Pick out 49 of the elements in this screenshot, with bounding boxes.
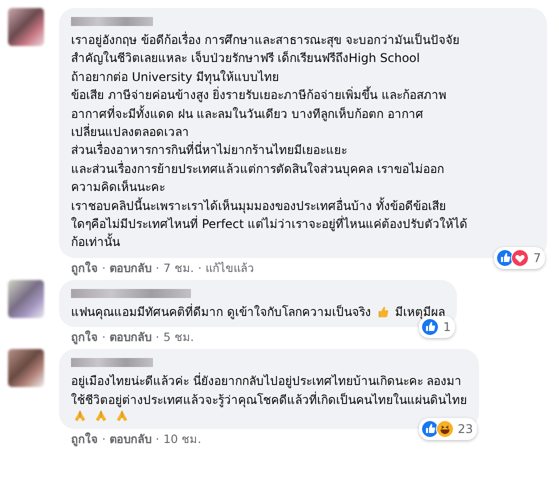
separator-dot: · xyxy=(156,329,160,346)
laughing-face-icon xyxy=(436,420,454,438)
separator-dot: · xyxy=(198,260,202,276)
timestamp: 7 ชม. xyxy=(163,260,194,276)
comment-text: ก้อเท่านั้น xyxy=(71,233,121,252)
reaction-summary[interactable]: 7 xyxy=(494,246,545,269)
like-icon xyxy=(420,420,439,438)
avatar xyxy=(8,8,44,46)
reaction-count: 1 xyxy=(443,320,451,334)
comment-text: เราชอบคลิปนี้นะเพราะเราได้เห็นมุมมองของประเทศอื่นบ้าง ทั้งข้อดีข้อเสีย xyxy=(71,196,447,216)
comment-text: ความคิดเห็นนะคะ xyxy=(71,178,166,196)
reaction-summary[interactable]: 23 xyxy=(418,418,477,440)
reaction-count: 7 xyxy=(533,250,541,265)
comment-text: อยู่เมืองไทยน่ะดีแล้วค่ะ นี่ยังอยากกลับไปอยู่ประเทศไทยบ้านเกิดนะคะ ลองมา xyxy=(71,372,463,390)
reply-link[interactable]: ตอบกลับ xyxy=(110,431,152,448)
comment-text: เปลี่ยนแปลงตลอดเวลา xyxy=(71,123,190,142)
separator-dot: · xyxy=(156,431,160,448)
comment-text: แฟนคุณแอมมีทัศนคติที่ดีมาก ดูเข้าใจกับโลกความเป็นจริง xyxy=(71,302,371,322)
comment-text: ถ้าอยากต่อ University มีทุนให้แบบไทย xyxy=(71,68,280,86)
heart-icon xyxy=(511,248,530,267)
reply-link[interactable]: ตอบกลับ xyxy=(110,329,152,346)
separator-dot: · xyxy=(156,260,160,276)
comment-text: ใดๆคือไม่มีประเทศไหนที่ Perfect แต่ไม่ว่าเราจะอยู่ที่ไหนแค่ต้องปรับตัวให้ได้ xyxy=(71,215,469,233)
comment-text: อากาศที่จะมีทั้งแดด ฝน และลมในวันเดียว บางทีลูกเห็บก้อตก อากาศ xyxy=(71,104,424,124)
like-link[interactable]: ถูกใจ xyxy=(71,260,98,276)
avatar xyxy=(8,349,44,388)
comment-text: ส่วนเรื่องอาหารการกินที่นี่หาไม่ยากร้านไทยมีเยอะแยะ xyxy=(71,141,348,160)
comment-text: สำคัญในชีวิตเลยแหละ เจ็บป่วยรักษาฟรี เด็กเรียนฟรีถึงHigh School xyxy=(71,50,421,68)
like-link[interactable]: ถูกใจ xyxy=(71,431,98,448)
praying-hands-icon xyxy=(94,409,108,424)
thumbs-up-icon xyxy=(376,305,390,320)
separator-dot: · xyxy=(102,329,106,346)
avatar xyxy=(8,280,44,318)
praying-hands-icon xyxy=(115,409,129,424)
comment-text: และส่วนเรื่องการย้ายประเทศแล้วแต่การตัดสินใจส่วนบุคคล เราขอไม่ออก xyxy=(71,160,445,178)
reaction-count: 23 xyxy=(458,422,473,436)
separator-dot: · xyxy=(102,431,106,448)
praying-hands-icon xyxy=(73,409,87,424)
edited-label: แก้ไขแล้ว xyxy=(206,260,254,276)
timestamp: 5 ชม. xyxy=(163,329,194,346)
comment-text: ข้อเสีย ภาษีจ่ายค่อนข้างสูง ยิ่งรายรับเยอะภาษีก้อจ่ายเพิ่มขึ้น และก้อสภาพ xyxy=(71,86,448,104)
reply-link[interactable]: ตอบกลับ xyxy=(110,260,152,276)
like-icon xyxy=(496,248,514,267)
comment-text: เราอยู่อังกฤษ ข้อดีก้อเรื่อง การศึกษาและสาธารณะสุข จะบอกว่ามันเป็นปัจจัย xyxy=(71,31,460,50)
like-icon xyxy=(421,318,440,336)
comment-text: ใช้ชีวิตอยู่ต่างประเทศแล้วจะรู้ว่าคุณโชคดีแล้วที่เกิดเป็นคนไทยในแผ่นดินไทย xyxy=(71,390,467,410)
timestamp: 10 ชม. xyxy=(163,431,202,448)
like-link[interactable]: ถูกใจ xyxy=(71,329,98,346)
separator-dot: · xyxy=(102,260,106,276)
